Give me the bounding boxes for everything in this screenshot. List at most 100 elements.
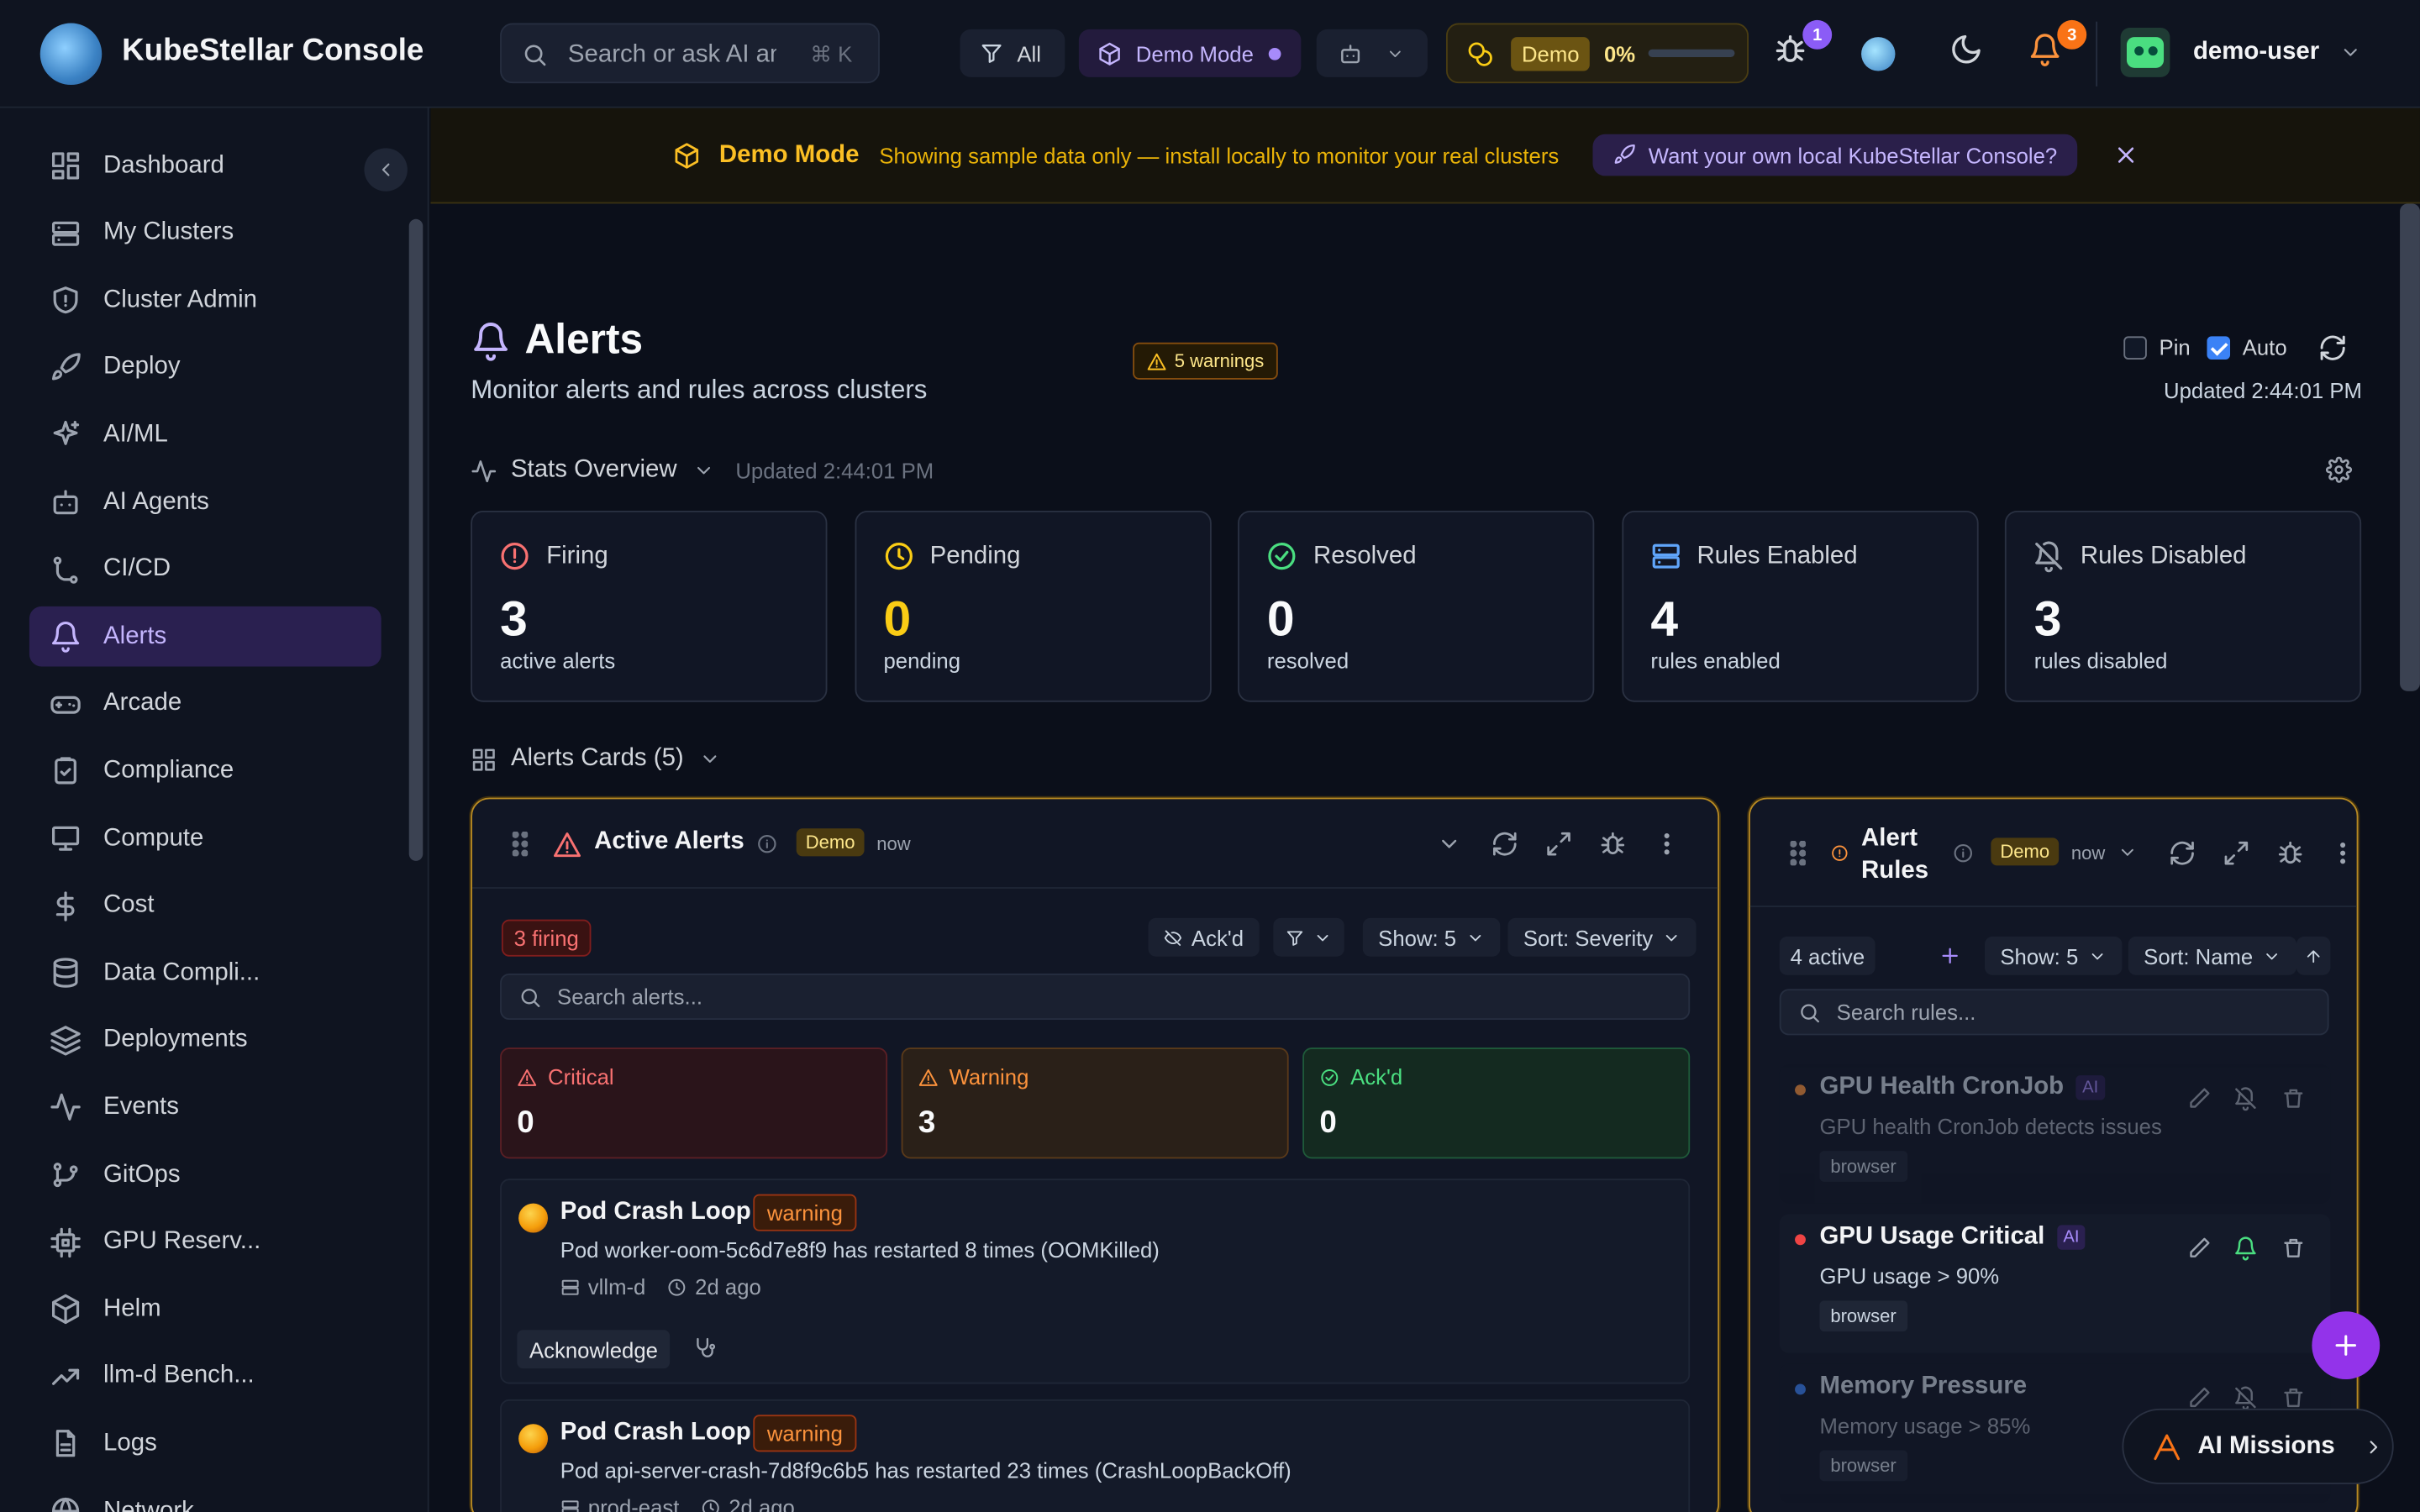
ackd-filter-button[interactable]: Ack'd bbox=[1148, 917, 1260, 957]
sidebar-item-arcade[interactable]: Arcade bbox=[29, 674, 381, 734]
more-vertical-icon[interactable] bbox=[1653, 830, 1681, 858]
alerts-search[interactable] bbox=[500, 973, 1691, 1021]
filter-button[interactable]: All bbox=[960, 29, 1065, 77]
sidebar-item-compliance[interactable]: Compliance bbox=[29, 741, 381, 801]
chevron-down-icon[interactable] bbox=[2339, 42, 2361, 64]
sort-select[interactable]: Sort: Severity bbox=[1507, 917, 1697, 957]
refresh-icon[interactable] bbox=[2318, 333, 2348, 363]
sidebar-item-my-clusters[interactable]: My Clusters bbox=[29, 203, 381, 264]
sort-direction-button[interactable] bbox=[2296, 936, 2331, 975]
pencil-icon[interactable] bbox=[2187, 1385, 2212, 1410]
sidebar-item-data-compli[interactable]: Data Compli... bbox=[29, 943, 381, 1004]
ackd-count-tile[interactable]: Ack'd 0 bbox=[1302, 1047, 1691, 1159]
collapse-sidebar-button[interactable] bbox=[364, 148, 408, 192]
alerts-search-input[interactable] bbox=[557, 984, 1507, 1010]
refresh-icon[interactable] bbox=[2169, 839, 2196, 867]
pin-checkbox[interactable] bbox=[2123, 335, 2147, 360]
close-banner-icon[interactable] bbox=[2112, 142, 2139, 168]
chevron-down-icon[interactable] bbox=[2118, 843, 2138, 863]
expand-icon[interactable] bbox=[2223, 839, 2250, 867]
expand-icon[interactable] bbox=[1545, 830, 1573, 858]
trash-icon[interactable] bbox=[2281, 1236, 2306, 1260]
severity-filter-button[interactable] bbox=[1273, 917, 1344, 957]
cluster-globe-icon[interactable] bbox=[1861, 37, 1896, 71]
sidebar-item-helm[interactable]: Helm bbox=[29, 1279, 381, 1340]
sidebar-item-gpu-reserv[interactable]: GPU Reserv... bbox=[29, 1212, 381, 1273]
sidebar-item-dashboard[interactable]: Dashboard bbox=[29, 136, 381, 197]
sidebar-item-logs[interactable]: Logs bbox=[29, 1414, 381, 1474]
stethoscope-icon[interactable] bbox=[693, 1336, 717, 1360]
sidebar-item-deploy[interactable]: Deploy bbox=[29, 338, 381, 398]
global-search[interactable]: Search or ask AI anything ⌘ K bbox=[500, 23, 880, 84]
alert-item[interactable]: Pod Crash Loop warning Pod api-server-cr… bbox=[500, 1399, 1691, 1512]
bell-icon[interactable] bbox=[2233, 1236, 2258, 1261]
refresh-icon[interactable] bbox=[1491, 830, 1518, 858]
sidebar-item-network[interactable]: Network bbox=[29, 1481, 381, 1512]
show-count-select[interactable]: Show: 5 bbox=[1362, 917, 1500, 957]
plus-icon[interactable] bbox=[1939, 944, 1962, 968]
avatar[interactable] bbox=[2120, 28, 2170, 77]
ai-missions-button[interactable]: AI Missions bbox=[2122, 1408, 2394, 1484]
warnings-badge[interactable]: 5 warnings bbox=[1133, 342, 1278, 380]
gear-icon[interactable] bbox=[2325, 456, 2353, 483]
sidebar-item-gitops[interactable]: GitOps bbox=[29, 1145, 381, 1205]
app-logo[interactable] bbox=[39, 23, 103, 86]
sidebar-item-events[interactable]: Events bbox=[29, 1078, 381, 1138]
bug-icon[interactable] bbox=[1599, 830, 1627, 858]
sidebar-item-llm-d-bench[interactable]: llm-d Bench... bbox=[29, 1347, 381, 1407]
auto-refresh-toggle[interactable]: Auto bbox=[2207, 335, 2287, 360]
stat-card-pending[interactable]: Pending 0 pending bbox=[854, 510, 1211, 702]
bell-off-icon[interactable] bbox=[2233, 1385, 2258, 1410]
drag-handle-icon[interactable] bbox=[512, 831, 529, 857]
sidebar-item-alerts[interactable]: Alerts bbox=[29, 606, 381, 667]
drag-handle-icon[interactable] bbox=[1790, 841, 1806, 866]
bell-off-icon[interactable] bbox=[2233, 1086, 2258, 1111]
agent-selector[interactable] bbox=[1316, 29, 1428, 77]
pin-toggle[interactable]: Pin bbox=[2123, 335, 2191, 360]
theme-toggle[interactable] bbox=[1949, 33, 1990, 73]
sidebar-item-ci-cd[interactable]: CI/CD bbox=[29, 539, 381, 600]
critical-count-tile[interactable]: Critical 0 bbox=[500, 1047, 888, 1159]
sidebar-item-compute[interactable]: Compute bbox=[29, 808, 381, 869]
rules-search-input[interactable] bbox=[1836, 1000, 2274, 1025]
pencil-icon[interactable] bbox=[2187, 1086, 2212, 1110]
stats-overview-toggle[interactable]: Stats Overview Updated 2:44:01 PM bbox=[471, 457, 934, 485]
info-icon[interactable] bbox=[756, 833, 778, 855]
trash-icon[interactable] bbox=[2281, 1385, 2306, 1410]
warning-count-tile[interactable]: Warning 3 bbox=[901, 1047, 1289, 1159]
more-vertical-icon[interactable] bbox=[2329, 839, 2357, 867]
bug-report-button[interactable]: 1 bbox=[1773, 19, 1833, 73]
chevron-down-icon[interactable] bbox=[1437, 830, 1461, 858]
rules-show-select[interactable]: Show: 5 bbox=[1984, 936, 2122, 975]
rule-item[interactable]: GPU Usage Critical AI GPU usage > 90% bro… bbox=[1779, 1214, 2331, 1353]
user-name[interactable]: demo-user bbox=[2193, 39, 2319, 66]
rule-item[interactable]: GPU Health CronJob AI GPU health CronJob … bbox=[1779, 1064, 2331, 1204]
main-scrollbar[interactable] bbox=[2400, 203, 2420, 691]
notifications-button[interactable]: 3 bbox=[2028, 19, 2087, 73]
bug-icon[interactable] bbox=[2276, 839, 2304, 867]
sidebar-item-deployments[interactable]: Deployments bbox=[29, 1011, 381, 1071]
demo-mode-button[interactable]: Demo Mode bbox=[1078, 29, 1302, 77]
add-card-button[interactable] bbox=[2312, 1311, 2381, 1380]
alerts-cards-toggle[interactable]: Alerts Cards (5) bbox=[471, 745, 721, 773]
stat-card-firing[interactable]: Firing 3 active alerts bbox=[471, 510, 828, 702]
pencil-icon[interactable] bbox=[2187, 1236, 2212, 1260]
rules-search[interactable] bbox=[1779, 989, 2329, 1036]
auto-checkbox[interactable] bbox=[2207, 335, 2231, 360]
rules-sort-select[interactable]: Sort: Name bbox=[2128, 936, 2296, 975]
alert-item[interactable]: Pod Crash Loop warning Pod worker-oom-5c… bbox=[500, 1179, 1691, 1384]
token-usage[interactable]: Demo 0% bbox=[1445, 23, 1749, 84]
trash-icon[interactable] bbox=[2281, 1086, 2306, 1110]
stat-card-resolved[interactable]: Resolved 0 resolved bbox=[1238, 510, 1595, 702]
sidebar-item-ai-ml[interactable]: AI/ML bbox=[29, 405, 381, 465]
sidebar-item-cluster-admin[interactable]: Cluster Admin bbox=[29, 270, 381, 331]
sidebar-scrollbar[interactable] bbox=[408, 218, 424, 861]
sidebar-item-cost[interactable]: Cost bbox=[29, 875, 381, 936]
acknowledge-button[interactable]: Acknowledge bbox=[517, 1330, 671, 1369]
sidebar-item-ai-agents[interactable]: AI Agents bbox=[29, 472, 381, 533]
stat-card-rules-disabled[interactable]: Rules Disabled 3 rules disabled bbox=[2004, 510, 2362, 702]
rule-description: GPU health CronJob detects issues bbox=[1819, 1114, 2162, 1139]
info-icon[interactable] bbox=[1952, 843, 1974, 864]
stat-card-rules-enabled[interactable]: Rules Enabled 4 rules enabled bbox=[1621, 510, 1978, 702]
install-local-button[interactable]: Want your own local KubeStellar Console? bbox=[1592, 134, 2078, 176]
